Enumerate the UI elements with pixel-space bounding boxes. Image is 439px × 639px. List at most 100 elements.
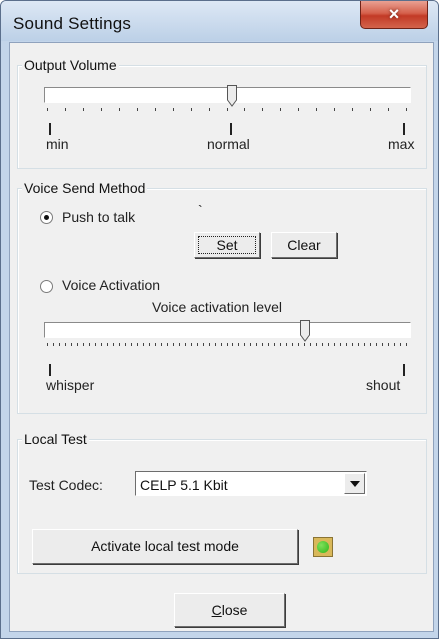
close-icon: × [388,4,400,24]
slider-tick [244,343,245,346]
slider-tick [227,343,228,346]
slider-tick [107,343,108,346]
slider-tick [238,343,239,346]
output-volume-slider-thumb[interactable] [227,85,237,107]
close-window-button[interactable]: × [360,1,428,29]
normal-tick [230,123,232,135]
voice-send-method-group: Voice Send Method Push to talk ` Set Cle… [17,180,427,414]
slider-tick [286,343,287,346]
slider-tick [388,108,389,111]
slider-tick [334,108,335,111]
slider-tick [370,108,371,111]
slider-tick [89,343,90,346]
output-volume-group: Output Volume min normal max [17,57,427,169]
sound-settings-window: Sound Settings × Output Volume min norma… [0,0,439,639]
slider-tick [316,108,317,111]
slider-tick [298,108,299,111]
slider-tick [149,343,150,346]
slider-tick [113,343,114,346]
slider-tick [352,343,353,346]
voice-send-method-label: Voice Send Method [22,180,148,196]
output-volume-label: Output Volume [22,57,119,73]
clear-button-label: Clear [287,237,321,253]
slider-tick [316,343,317,346]
min-tick [49,123,51,135]
activate-local-test-label: Activate local test mode [91,538,239,554]
close-dialog-button[interactable]: Close [174,593,285,627]
slider-tick [65,108,66,111]
slider-tick [83,343,84,346]
slider-tick [125,343,126,346]
title-bar[interactable]: Sound Settings × [1,1,438,41]
slider-tick [227,108,228,111]
activate-local-test-button[interactable]: Activate local test mode [32,529,298,564]
local-test-label: Local Test [22,431,89,447]
slider-tick [352,108,353,111]
slider-tick [197,343,198,346]
slider-tick [119,108,120,111]
slider-tick [101,108,102,111]
radio-selected-dot [44,215,49,220]
slider-tick [53,343,54,346]
slider-tick [155,343,156,346]
voice-activation-slider-track[interactable] [44,322,411,338]
slider-tick [388,343,389,346]
set-hotkey-button[interactable]: Set [194,232,260,258]
slider-tick [221,343,222,346]
voice-activation-slider-thumb[interactable] [300,320,310,342]
window-title: Sound Settings [13,14,132,33]
slider-tick [215,343,216,346]
slider-tick [47,343,48,346]
slider-tick [203,343,204,346]
slider-tick [394,343,395,346]
slider-tick [406,343,407,346]
whisper-label: whisper [46,377,95,393]
test-codec-value: CELP 5.1 Kbit [140,477,228,493]
voice-activation-level-title: Voice activation level [152,299,282,315]
slider-tick [232,343,233,346]
slider-tick [298,343,299,346]
chevron-down-icon[interactable] [344,473,365,494]
slider-tick [131,343,132,346]
slider-tick [250,343,251,346]
slider-tick [173,343,174,346]
close-mnemonic: C [211,602,222,618]
slider-tick [191,343,192,346]
slider-tick [137,343,138,346]
slider-tick [167,343,168,346]
test-codec-label: Test Codec: [29,477,103,493]
slider-tick [244,108,245,111]
max-tick [403,123,405,135]
slider-tick [209,343,210,346]
slider-tick [119,343,120,346]
slider-tick [83,108,84,111]
clear-hotkey-button[interactable]: Clear [271,232,337,258]
slider-tick [191,108,192,111]
status-led-icon [313,537,333,557]
slider-tick [274,343,275,346]
slider-tick [370,343,371,346]
slider-tick [161,343,162,346]
slider-tick [376,343,377,346]
slider-tick [185,343,186,346]
slider-tick [65,343,66,346]
slider-tick [47,108,48,111]
slider-tick [364,343,365,346]
voice-activation-radio[interactable] [40,280,53,293]
test-codec-select[interactable]: CELP 5.1 Kbit [135,471,367,496]
slider-tick [346,343,347,346]
slider-tick [280,108,281,111]
max-label: max [388,136,415,152]
slider-tick [400,343,401,346]
slider-tick [406,108,407,111]
slider-tick [292,343,293,346]
push-to-talk-radio[interactable] [40,211,53,224]
voice-activation-label[interactable]: Voice Activation [62,277,160,293]
slider-tick [268,343,269,346]
slider-tick [209,108,210,111]
slider-tick [179,343,180,346]
push-to-talk-hotkey: ` [198,202,203,218]
slider-tick [143,343,144,346]
push-to-talk-label[interactable]: Push to talk [62,209,135,225]
slider-tick [173,108,174,111]
